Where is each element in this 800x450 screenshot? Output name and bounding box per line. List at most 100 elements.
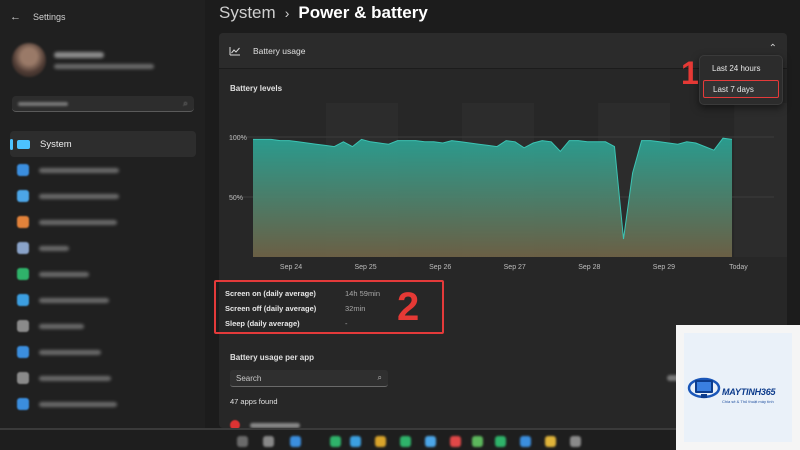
title-bar: ← Settings <box>10 10 66 24</box>
wifi-icon <box>17 190 29 202</box>
battery-levels-label: Battery levels <box>230 84 283 93</box>
taskbar-app-icon[interactable] <box>495 436 506 447</box>
globe-icon <box>17 294 29 306</box>
x-tick-label: Sep 27 <box>504 264 526 271</box>
day-band <box>734 103 787 257</box>
taskbar-app-icon[interactable] <box>450 436 461 447</box>
annotation-number-1: 1 <box>681 55 699 91</box>
battery-usage-per-app-title: Battery usage per app <box>230 353 315 362</box>
stat-label: Screen off (daily average) <box>225 304 317 313</box>
search-icon: ⌕ <box>182 98 188 108</box>
y-tick-label: 100% <box>229 135 247 142</box>
sidebar-item-blurred-7[interactable] <box>10 313 196 339</box>
taskbar-app-icon[interactable] <box>520 436 531 447</box>
page-title: System › Power & battery <box>219 3 428 23</box>
option-last-7-days[interactable]: Last 7 days <box>703 80 779 98</box>
sidebar-item-blurred-2[interactable] <box>10 183 196 209</box>
taskbar-app-icon[interactable] <box>330 436 341 447</box>
sidebar-item-blurred-4[interactable] <box>10 235 196 261</box>
user-profile[interactable] <box>12 42 197 78</box>
x-tick-label: Sep 25 <box>354 264 376 271</box>
sidebar-item-blurred-10[interactable] <box>10 391 196 417</box>
sidebar-item-blurred-5[interactable] <box>10 261 196 287</box>
brush-icon <box>17 216 29 228</box>
line-chart-icon <box>229 46 240 55</box>
app-search-input[interactable]: Search ⌕ <box>230 370 388 387</box>
monitor-icon <box>17 139 30 149</box>
sidebar-item-system[interactable]: System <box>10 131 196 157</box>
taskbar-app-icon[interactable] <box>425 436 436 447</box>
battery-level-chart: 100% 50% Sep 24 Sep 25 Sep 26 Sep 27 Sep 28 Sep… <box>229 103 787 271</box>
taskbar-app-icon[interactable] <box>350 436 361 447</box>
stat-label: Screen on (daily average) <box>225 289 316 298</box>
y-tick-label: 50% <box>229 195 243 202</box>
sidebar-item-blurred-6[interactable] <box>10 287 196 313</box>
chevron-up-icon[interactable]: ⌃ <box>769 43 777 54</box>
profile-text <box>54 51 154 69</box>
taskbar-app-icon[interactable] <box>375 436 386 447</box>
sidebar-item-blurred-9[interactable] <box>10 365 196 391</box>
sidebar-nav: System <box>10 131 196 417</box>
bluetooth-icon <box>17 164 29 176</box>
annotation-number-2: 2 <box>397 285 420 329</box>
find-setting-placeholder-blurred <box>18 101 68 106</box>
stat-value: 14h 59min <box>345 289 381 298</box>
sidebar-item-blurred-8[interactable] <box>10 339 196 365</box>
stat-row-screen-on: Screen on (daily average) 14h 59min <box>225 289 380 298</box>
stat-row-sleep: Sleep (daily average) - <box>225 319 348 328</box>
taskbar-app-icon[interactable] <box>290 436 301 447</box>
accessibility-icon <box>17 346 29 358</box>
breadcrumb-current: Power & battery <box>298 3 428 22</box>
breadcrumb-separator-icon: › <box>284 5 290 21</box>
option-last-24-hours[interactable]: Last 24 hours <box>700 59 782 77</box>
battery-usage-title: Battery usage <box>253 45 306 56</box>
user-icon <box>17 268 29 280</box>
monitor-logo-icon <box>687 377 721 399</box>
taskbar-app-icon[interactable] <box>472 436 483 447</box>
taskbar-app-icon[interactable] <box>400 436 411 447</box>
app-search-placeholder: Search <box>236 373 262 383</box>
sidebar-item-label-blurred <box>39 271 89 277</box>
sidebar-item-label-blurred <box>39 349 101 355</box>
taskbar-app-icon[interactable] <box>263 436 274 447</box>
shield-icon <box>17 372 29 384</box>
apps-found-count: 47 apps found <box>230 397 278 406</box>
profile-email-blurred <box>54 63 154 69</box>
stat-value: - <box>345 319 348 328</box>
sidebar-item-label-blurred <box>39 167 119 173</box>
search-icon: ⌕ <box>377 373 382 382</box>
watermark-brand: MAYTINH365 <box>722 387 776 397</box>
x-tick-label: Today <box>729 264 748 271</box>
avatar <box>12 43 46 77</box>
taskbar-app-icon[interactable] <box>237 436 248 447</box>
x-tick-label: Sep 26 <box>429 264 451 271</box>
back-arrow-icon[interactable]: ← <box>10 11 21 23</box>
app-name-blurred <box>250 422 300 428</box>
stat-row-screen-off: Screen off (daily average) 32min <box>225 304 365 313</box>
sidebar: ← Settings ⌕ System <box>0 0 205 428</box>
stat-label: Sleep (daily average) <box>225 319 300 328</box>
taskbar-app-icon[interactable] <box>570 436 581 447</box>
sidebar-item-label-blurred <box>39 245 69 251</box>
sidebar-item-label-blurred <box>39 193 119 199</box>
taskbar-app-icon[interactable] <box>545 436 556 447</box>
breadcrumb-system[interactable]: System <box>219 3 276 23</box>
sidebar-item-blurred-3[interactable] <box>10 209 196 235</box>
update-icon <box>17 398 29 410</box>
x-tick-label: Sep 24 <box>280 264 302 271</box>
sidebar-item-label-blurred <box>39 219 117 225</box>
find-setting-input[interactable]: ⌕ <box>12 96 194 112</box>
profile-name-blurred <box>54 51 104 58</box>
sidebar-item-label: System <box>40 138 72 150</box>
gamepad-icon <box>17 320 29 332</box>
apps-icon <box>17 242 29 254</box>
sidebar-item-blurred-1[interactable] <box>10 157 196 183</box>
sidebar-item-label-blurred <box>39 323 84 329</box>
x-tick-label: Sep 28 <box>578 264 600 271</box>
sidebar-item-label-blurred <box>39 401 117 407</box>
stat-value: 32min <box>345 304 366 313</box>
time-range-dropdown: Last 24 hours Last 7 days <box>699 55 783 105</box>
window-title: Settings <box>33 12 66 22</box>
battery-level-area <box>253 138 732 257</box>
x-tick-label: Sep 29 <box>653 264 675 271</box>
